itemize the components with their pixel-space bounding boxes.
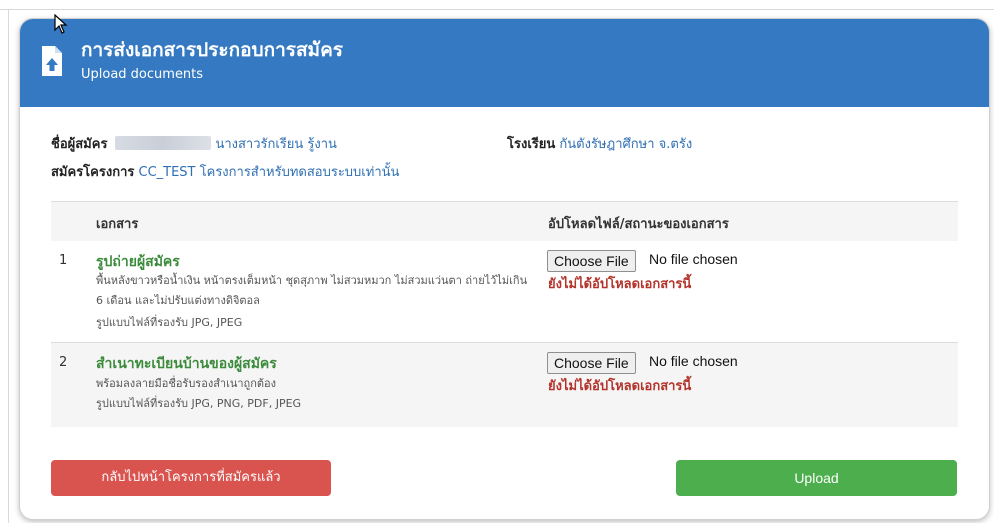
upload-button[interactable]: Upload [676, 460, 957, 496]
page-title: การส่งเอกสารประกอบการสมัคร [81, 39, 343, 61]
upload-status: ยังไม่ได้อัปโหลดเอกสารนี้ [548, 277, 692, 292]
choose-file-button[interactable]: Choose File [547, 250, 636, 272]
project-label: สมัครโครงการ [51, 165, 135, 180]
school-value: กันตังรัษฎาศึกษา จ.ตรัง [559, 137, 693, 152]
document-title: รูปถ่ายผู้สมัคร [96, 254, 180, 270]
document-description: พื้นหลังขาวหรือน้ำเงิน หน้าตรงเต็มหน้า ช… [96, 274, 528, 307]
window-left-border [8, 9, 9, 523]
file-upload-icon [42, 46, 62, 76]
school-row: โรงเรียน กันตังรัษฎาศึกษา จ.ตรัง [507, 133, 692, 154]
documents-table-header: เอกสาร อัปโหลดไฟล์/สถานะของเอกสาร [51, 201, 958, 242]
project-row: สมัครโครงการ CC_TEST โครงการสำหรับทดสอบร… [51, 161, 399, 182]
row-number: 1 [59, 253, 68, 268]
column-header-document: เอกสาร [96, 217, 139, 232]
upload-documents-card: การส่งเอกสารประกอบการสมัคร Upload docume… [19, 18, 990, 520]
page-subtitle: Upload documents [81, 67, 204, 82]
file-chosen-status: No file chosen [649, 251, 738, 267]
applicant-name-label: ชื่อผู้สมัคร [51, 137, 108, 152]
document-title: สำเนาทะเบียนบ้านของผู้สมัคร [96, 356, 277, 372]
upload-status: ยังไม่ได้อัปโหลดเอกสารนี้ [548, 379, 692, 394]
school-label: โรงเรียน [507, 137, 556, 152]
back-to-projects-button[interactable]: กลับไปหน้าโครงการที่สมัครแล้ว [51, 460, 331, 496]
applicant-name-row: ชื่อผู้สมัคร นางสาวรักเรียน รู้งาน [51, 133, 337, 154]
applicant-name-value: นางสาวรักเรียน รู้งาน [215, 137, 337, 152]
card-header: การส่งเอกสารประกอบการสมัคร Upload docume… [20, 19, 989, 107]
file-chosen-status: No file chosen [649, 353, 738, 369]
row-number: 2 [59, 355, 68, 370]
document-formats: รูปแบบไฟล์ที่รองรับ JPG, PNG, PDF, JPEG [96, 397, 302, 410]
document-formats: รูปแบบไฟล์ที่รองรับ JPG, JPEG [96, 316, 243, 329]
redacted-name [115, 136, 212, 150]
table-row: 2 สำเนาทะเบียนบ้านของผู้สมัคร พร้อมลงลาย… [51, 343, 958, 427]
project-value: CC_TEST โครงการสำหรับทดสอบระบบเท่านั้น [138, 165, 400, 180]
mouse-cursor-icon [54, 14, 68, 34]
column-header-status: อัปโหลดไฟล์/สถานะของเอกสาร [548, 217, 729, 232]
document-description: พร้อมลงลายมือชื่อรับรองสำเนาถูกต้อง [96, 377, 276, 390]
table-row: 1 รูปถ่ายผู้สมัคร พื้นหลังขาวหรือน้ำเงิน… [51, 241, 958, 343]
window-top-border [0, 9, 994, 10]
choose-file-button[interactable]: Choose File [547, 352, 636, 374]
